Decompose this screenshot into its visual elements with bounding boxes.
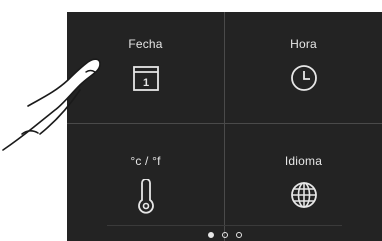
page-indicator bbox=[67, 230, 382, 240]
tile-label-fecha: Fecha bbox=[128, 37, 163, 51]
thermometer-icon bbox=[137, 179, 154, 214]
tile-label-hora: Hora bbox=[290, 37, 317, 51]
globe-icon bbox=[290, 182, 317, 208]
tile-idioma[interactable]: Idioma bbox=[225, 124, 382, 235]
calendar-icon: 1 bbox=[132, 66, 159, 91]
settings-screen: Fecha 1 Hora °c / °f Idioma bbox=[67, 12, 382, 241]
page-dot-1[interactable] bbox=[207, 232, 214, 238]
clock-icon bbox=[290, 65, 317, 91]
tile-hora[interactable]: Hora bbox=[225, 12, 382, 123]
page-dot-2[interactable] bbox=[221, 232, 228, 238]
hand-pointer-illustration bbox=[2, 58, 101, 151]
tile-label-idioma: Idioma bbox=[284, 154, 323, 168]
page-dot-3[interactable] bbox=[235, 232, 242, 238]
calendar-day: 1 bbox=[142, 77, 148, 89]
